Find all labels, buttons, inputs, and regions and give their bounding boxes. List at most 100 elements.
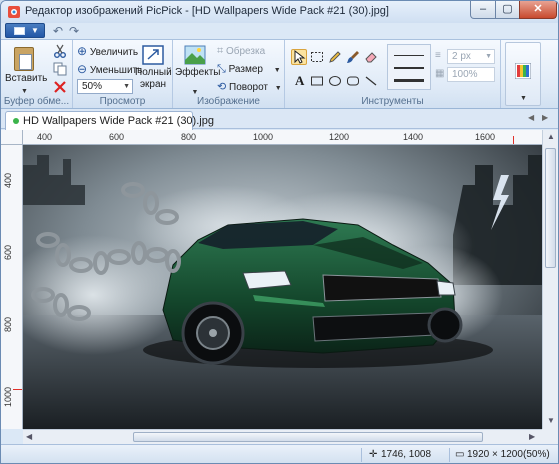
ellipse-icon <box>329 76 341 86</box>
image-dimensions: 1920 × 1200 <box>467 449 523 460</box>
rectangle-select-icon <box>311 52 323 62</box>
chevron-down-icon: ▼ <box>520 95 527 102</box>
cursor-position: 1746, 1008 <box>381 449 432 460</box>
rotate-label: Поворот <box>229 82 268 93</box>
fullscreen-button[interactable]: Полный экран <box>135 43 172 95</box>
cursor-position-marker <box>13 389 22 390</box>
image-group: Эффекты ▼ ⌗ Обрезка ⤡ Размер ▼ ⟲ Поворот… <box>173 40 285 108</box>
status-separator <box>449 448 450 462</box>
zoom-select[interactable]: 50% ▼ <box>77 79 133 94</box>
color-palette-icon <box>515 63 531 79</box>
ellipse-tool-button[interactable] <box>327 73 343 89</box>
scroll-up-icon[interactable]: ▲ <box>547 132 555 141</box>
document-tab-strip: HD Wallpapers Wide Pack #21 (30).jpg ◀ ▶ <box>1 109 558 130</box>
select-tool-button[interactable] <box>291 49 307 65</box>
crop-button[interactable]: ⌗ Обрезка <box>217 43 265 59</box>
pen-tool-button[interactable] <box>327 49 343 65</box>
text-icon: A <box>295 73 305 88</box>
quick-access-toolbar: ▼ ↶ ↷ <box>1 23 558 39</box>
tools-group: A ≡ 2 px ▼ ▦ 100% Инструменты <box>285 40 501 108</box>
picpick-logo-icon <box>8 6 20 18</box>
cut-icon[interactable] <box>53 44 67 58</box>
zoom-out-icon: ⊖ <box>77 62 88 76</box>
image-size-icon: ▭ <box>455 449 465 460</box>
view-group: ⊕ Увеличить ⊖ Уменьшить 50% ▼ Полный экр… <box>73 40 173 108</box>
app-menu-button[interactable]: ▼ <box>5 23 45 38</box>
opacity-control[interactable]: ▦ 100% <box>435 67 495 82</box>
ruler-h-label: 400 <box>37 132 53 142</box>
status-separator <box>361 448 362 462</box>
size-grip[interactable] <box>542 429 558 444</box>
ruler-corner <box>1 130 23 145</box>
status-bar: ✛ 1746, 1008 ▭ 1920 × 1200 (50%) <box>1 444 558 463</box>
effects-label: Эффекты <box>175 67 221 78</box>
line-style-gallery[interactable] <box>387 44 431 90</box>
window-title: Редактор изображений PicPick - [HD Wallp… <box>25 5 389 17</box>
resize-icon: ⤡ <box>217 63 226 75</box>
resize-label: Размер <box>228 64 263 75</box>
copy-icon[interactable] <box>53 62 67 76</box>
stroke-width-select[interactable]: 2 px ▼ <box>447 49 495 64</box>
delete-icon[interactable] <box>53 80 67 94</box>
rectangle-tool-button[interactable] <box>309 73 325 89</box>
scroll-right-icon[interactable]: ▶ <box>529 432 535 441</box>
text-tool-button[interactable]: A <box>291 73 307 89</box>
maximize-button[interactable]: ▢ <box>495 1 520 19</box>
vertical-scroll-thumb[interactable] <box>545 148 556 268</box>
vertical-ruler: 400 600 800 1000 <box>1 145 23 429</box>
close-button[interactable]: ✕ <box>519 1 557 19</box>
eraser-icon <box>365 52 377 63</box>
redo-icon[interactable]: ↷ <box>69 24 79 38</box>
cursor-icon <box>294 49 306 64</box>
document-tab-label: HD Wallpapers Wide Pack #21 (30).jpg <box>23 115 214 127</box>
tab-scroll-left-icon[interactable]: ◀ <box>528 113 534 122</box>
scroll-down-icon[interactable]: ▼ <box>547 416 555 425</box>
horizontal-scrollbar[interactable]: ◀ ▶ <box>23 429 542 444</box>
resize-button[interactable]: ⤡ Размер ▼ <box>217 61 281 77</box>
line-icon <box>365 76 377 86</box>
tab-scroll-right-icon[interactable]: ▶ <box>542 113 548 122</box>
color-palette-button[interactable]: ▼ <box>505 42 541 106</box>
wallpaper-image <box>23 145 542 429</box>
horizontal-scroll-thumb[interactable] <box>133 432 483 442</box>
opacity-select[interactable]: 100% <box>447 67 495 82</box>
zoom-in-button[interactable]: ⊕ Увеличить <box>77 43 138 59</box>
effects-button[interactable]: Эффекты ▼ <box>175 43 221 101</box>
horizontal-ruler: 400 600 800 1000 1200 1400 1600 <box>23 130 542 145</box>
rotate-button[interactable]: ⟲ Поворот ▼ <box>217 79 282 95</box>
ruler-h-label: 1600 <box>475 132 496 142</box>
scroll-left-icon[interactable]: ◀ <box>26 432 32 441</box>
crop-icon: ⌗ <box>217 45 224 57</box>
rounded-rectangle-tool-button[interactable] <box>345 73 361 89</box>
line-style-thin <box>394 55 424 56</box>
vertical-scrollbar[interactable]: ▲ ▼ <box>542 130 558 429</box>
chevron-down-icon: ▼ <box>273 67 281 74</box>
picpick-window: Редактор изображений PicPick - [HD Wallp… <box>0 0 559 464</box>
brush-tool-button[interactable] <box>345 49 361 65</box>
brush-icon <box>347 51 359 63</box>
zoom-out-button[interactable]: ⊖ Уменьшить <box>77 61 142 77</box>
effects-icon <box>184 45 206 65</box>
image-canvas[interactable] <box>23 145 542 429</box>
chevron-down-icon: ▼ <box>31 26 39 35</box>
view-group-label: Просмотр <box>99 96 146 107</box>
minimize-button[interactable]: – <box>470 1 496 19</box>
stroke-width-control[interactable]: ≡ 2 px ▼ <box>435 49 495 64</box>
fullscreen-label-line2: экран <box>139 79 167 90</box>
eraser-tool-button[interactable] <box>363 49 379 65</box>
line-style-medium <box>394 67 424 69</box>
document-tab[interactable]: HD Wallpapers Wide Pack #21 (30).jpg <box>5 111 214 130</box>
rotate-icon: ⟲ <box>217 81 227 93</box>
paste-button[interactable]: Вставить ▼ <box>5 43 47 95</box>
chevron-down-icon: ▼ <box>485 53 492 60</box>
marquee-tool-button[interactable] <box>309 49 325 65</box>
ruler-v-label: 400 <box>3 173 13 189</box>
fullscreen-icon <box>142 45 164 65</box>
undo-icon[interactable]: ↶ <box>53 24 63 38</box>
zoom-value: 50% <box>82 81 103 92</box>
line-tool-button[interactable] <box>363 73 379 89</box>
ruler-v-label: 800 <box>3 317 13 333</box>
chevron-down-icon: ▼ <box>274 85 282 92</box>
opacity-icon: ▦ <box>435 68 445 79</box>
stroke-width-value: 2 px <box>452 51 471 62</box>
